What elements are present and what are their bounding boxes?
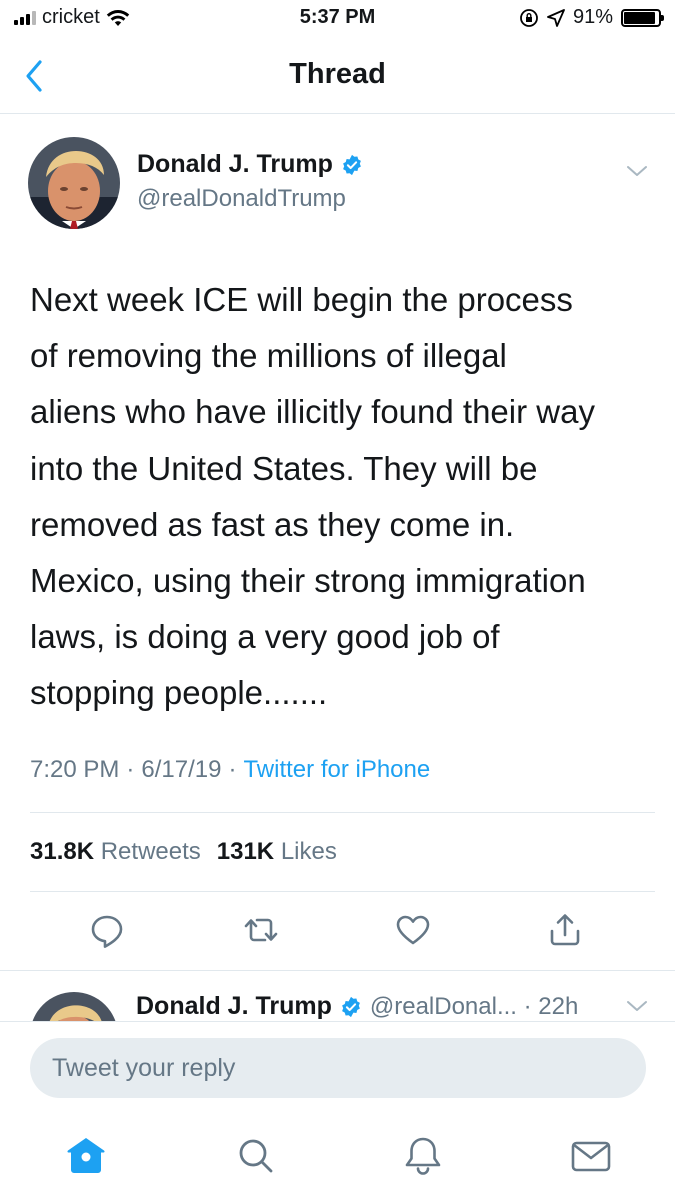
avatar[interactable]	[30, 992, 118, 1022]
reply-icon[interactable]	[87, 910, 127, 950]
tweet-stats: 31.8K Retweets 131K Likes	[30, 838, 337, 866]
retweet-icon[interactable]	[241, 910, 281, 950]
meta-separator: ·	[126, 756, 135, 783]
retweets-label: Retweets	[100, 838, 201, 865]
chevron-down-icon[interactable]	[625, 163, 649, 179]
next-tweet[interactable]: Donald J. Trump @realDonal... · 22h	[0, 970, 675, 1022]
status-bar: cricket 5:37 PM 91%	[0, 0, 675, 38]
tweet-text-line: Mexico, using their strong immigration	[30, 562, 586, 600]
next-tweet-author: Donald J. Trump @realDonal... · 22h	[136, 992, 578, 1021]
home-icon[interactable]	[64, 1134, 108, 1178]
notifications-icon[interactable]	[401, 1134, 445, 1178]
chevron-down-icon[interactable]	[625, 998, 649, 1014]
tweet-text-line: laws, is doing a very good job of	[30, 618, 500, 656]
divider	[30, 891, 655, 892]
meta-separator: ·	[228, 756, 237, 783]
status-right: 91%	[519, 6, 664, 29]
battery-percent: 91%	[572, 6, 613, 28]
divider	[30, 812, 655, 813]
author-name[interactable]: Donald J. Trump	[137, 150, 363, 179]
author-handle[interactable]: @realDonaldTrump	[137, 185, 346, 213]
next-tweet-handle-time: @realDonal... · 22h	[369, 992, 579, 1020]
tab-bar	[0, 1118, 675, 1200]
verified-badge-icon	[341, 996, 360, 1017]
tweet-meta: 7:20 PM · 6/17/19 · Twitter for iPhone	[30, 756, 430, 784]
tweet-text-line: aliens who have illicitly found their wa…	[30, 393, 595, 431]
avatar[interactable]	[28, 137, 120, 229]
avatar-image	[30, 992, 118, 1022]
tweet-text-line: Next week ICE will begin the process	[30, 281, 573, 318]
avatar-image	[28, 137, 120, 229]
tweet-source-link[interactable]: Twitter for iPhone	[243, 756, 430, 784]
battery-level	[624, 11, 655, 24]
orientation-lock-icon	[520, 8, 538, 27]
author-name-label: Donald J. Trump	[136, 992, 332, 1020]
tweet-actions	[0, 910, 675, 954]
search-icon[interactable]	[233, 1134, 277, 1178]
reply-input[interactable]	[30, 1038, 646, 1098]
tweet-text-line: removed as fast as they come in.	[30, 505, 515, 543]
location-icon	[547, 8, 565, 27]
author-name-label: Donald J. Trump	[137, 150, 333, 178]
tweet-text-line: stopping people.......	[30, 674, 328, 712]
tweet-text: Next week ICE will begin the process of …	[30, 272, 655, 722]
like-icon[interactable]	[393, 910, 433, 950]
tweet-text-line: into the United States. They will be	[30, 449, 538, 487]
likes-count: 131K	[216, 838, 275, 865]
battery-icon	[621, 8, 664, 27]
share-icon[interactable]	[545, 910, 585, 950]
likes-label: Likes	[280, 838, 337, 865]
reply-bar	[0, 1021, 675, 1116]
verified-badge-icon	[342, 154, 361, 175]
retweets-stat[interactable]: 31.8K Retweets	[30, 838, 201, 866]
nav-bar: Thread	[0, 40, 675, 114]
tweet-time: 7:20 PM	[30, 756, 120, 783]
page-title: Thread	[289, 58, 386, 90]
tweet-text-line: of removing the millions of illegal	[30, 337, 507, 375]
likes-stat[interactable]: 131K Likes	[217, 838, 337, 866]
messages-icon[interactable]	[569, 1134, 613, 1178]
tweet-date: 6/17/19	[141, 756, 222, 783]
retweets-count: 31.8K	[30, 838, 95, 865]
